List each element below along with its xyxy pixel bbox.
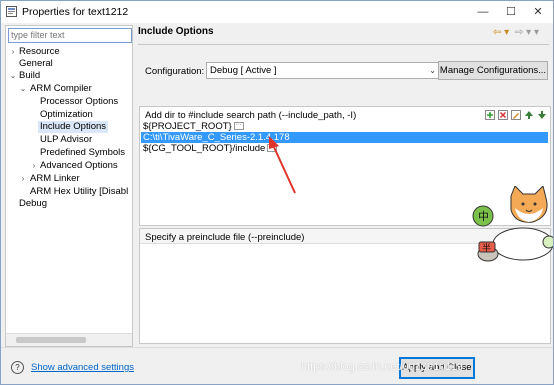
tree-item-arm-compiler[interactable]: ARM Compiler — [30, 83, 92, 95]
collapse-build-icon[interactable]: ⌄ — [9, 70, 17, 82]
collapse-arm-compiler-icon[interactable]: ⌄ — [19, 83, 27, 95]
configuration-label: Configuration: — [145, 66, 205, 77]
annotation-arrow — [269, 136, 296, 194]
tree-item-optimization[interactable]: Optimization — [40, 109, 93, 121]
add-icon[interactable] — [485, 110, 495, 120]
tree-item-debug[interactable]: Debug — [19, 198, 47, 210]
include-path-item-selected[interactable]: C:\ti\TivaWare_C_Series-2.1.4.178 — [141, 132, 548, 143]
tree-item-include-options[interactable]: Include Options — [38, 121, 109, 133]
help-icon[interactable]: ? — [11, 361, 24, 374]
include-path-item[interactable]: ${PROJECT_ROOT} ··· — [141, 121, 244, 132]
include-path-text: ${PROJECT_ROOT} — [143, 121, 232, 132]
filter-input[interactable]: type filter text — [8, 28, 132, 43]
delete-icon[interactable] — [498, 110, 508, 120]
show-advanced-settings-link[interactable]: Show advanced settings — [31, 362, 134, 373]
edit-icon[interactable] — [511, 110, 521, 120]
include-path-header: Add dir to #include search path (--inclu… — [145, 110, 357, 121]
minimize-button[interactable]: — — [469, 1, 497, 23]
include-path-text: ${CG_TOOL_ROOT}/include — [143, 143, 266, 154]
watermark: https://blog.csdn.net/u013910119 — [301, 361, 463, 373]
header-divider — [138, 44, 549, 45]
configuration-select[interactable]: Debug [ Active ] ⌄ — [206, 62, 439, 79]
properties-window: Properties for text1212 — ☐ ✕ type filte… — [0, 0, 554, 385]
chevron-down-icon: ⌄ — [429, 66, 436, 75]
tree-item-resource[interactable]: Resource — [19, 46, 60, 58]
tree-item-ulp-advisor[interactable]: ULP Advisor — [40, 134, 92, 146]
svg-text:半: 半 — [482, 242, 491, 254]
footer-divider — [1, 347, 553, 348]
expand-advanced-options-icon[interactable]: › — [30, 160, 38, 172]
tree-item-general[interactable]: General — [19, 58, 53, 70]
maximize-button[interactable]: ☐ — [497, 1, 525, 23]
close-button[interactable]: ✕ — [524, 1, 552, 23]
configuration-value: Debug [ Active ] — [210, 65, 277, 76]
back-nav-icon[interactable]: ⇦ ▾ — [493, 27, 509, 38]
forward-nav-icon[interactable]: ⇨ ▾ ▾ — [515, 27, 539, 38]
svg-text:中: 中 — [478, 210, 489, 223]
expand-arm-linker-icon[interactable]: › — [19, 173, 27, 185]
horizontal-scrollbar[interactable] — [6, 333, 132, 346]
window-title: Properties for text1212 — [22, 6, 129, 18]
tree-item-predefined-symbols[interactable]: Predefined Symbols — [40, 147, 125, 159]
app-icon — [6, 6, 17, 17]
tree-item-advanced-options[interactable]: Advanced Options — [40, 160, 118, 172]
tree-item-arm-hex-utility[interactable]: ARM Hex Utility [Disabl — [30, 186, 130, 198]
scrollbar-thumb[interactable] — [16, 337, 86, 343]
tree-item-arm-linker[interactable]: ARM Linker — [30, 173, 80, 185]
tree-item-processor-options[interactable]: Processor Options — [40, 96, 118, 108]
page-title: Include Options — [138, 26, 214, 37]
move-up-icon[interactable] — [524, 110, 534, 120]
move-down-icon[interactable] — [537, 110, 547, 120]
preinclude-header: Specify a preinclude file (--preinclude) — [145, 232, 305, 243]
expand-resource-icon[interactable]: › — [9, 46, 17, 58]
cat-sticker: 中 半 — [472, 186, 553, 262]
manage-configurations-button[interactable]: Manage Configurations... — [438, 61, 548, 80]
title-bar: Properties for text1212 — ☐ ✕ — [1, 1, 553, 23]
category-pane: type filter text › Resource General ⌄ Bu… — [5, 25, 133, 347]
variable-icon: ··· — [233, 122, 244, 131]
tree-item-build[interactable]: Build — [19, 70, 40, 82]
